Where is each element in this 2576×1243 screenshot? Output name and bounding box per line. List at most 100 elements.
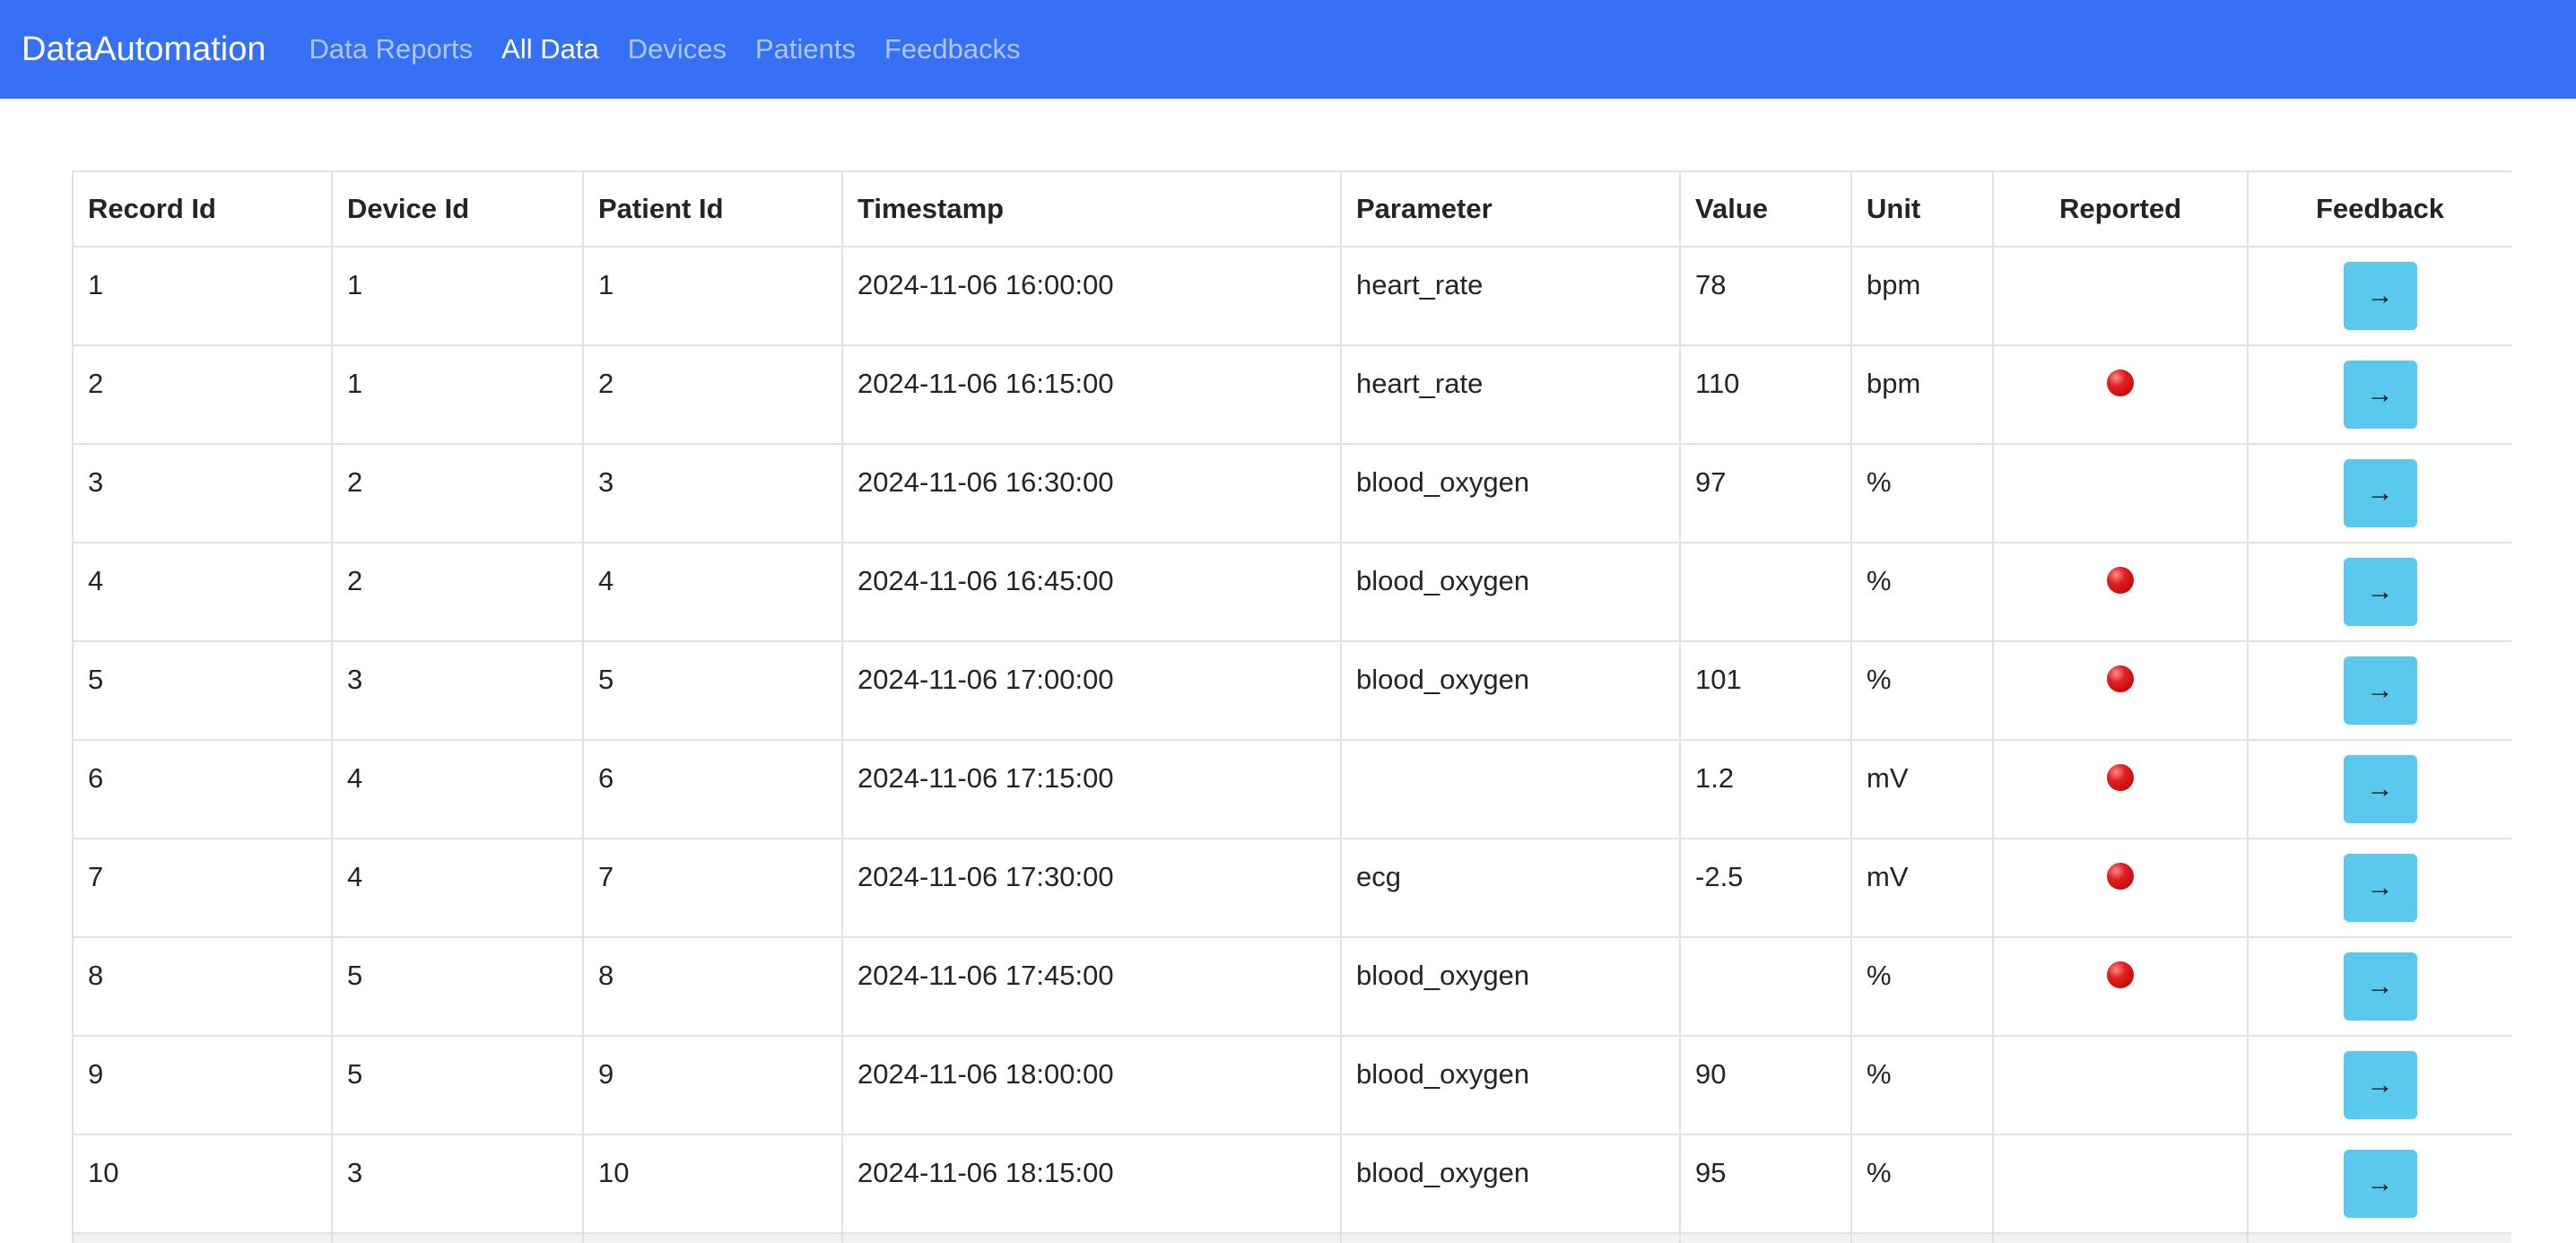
- cell-parameter: blood_oxygen: [1340, 936, 1681, 1037]
- cell-empty: [1340, 1232, 1681, 1243]
- cell-device-id: 2: [331, 542, 584, 642]
- column-header-record-id: Record Id: [72, 170, 333, 248]
- table-row: 6 4 6 2024-11-06 17:15:00 1.2 mV →: [72, 739, 2511, 839]
- table-row: 2 1 2 2024-11-06 16:15:00 heart_rate 110 bpm →: [72, 344, 2511, 445]
- nav-link-devices[interactable]: Devices: [628, 33, 727, 65]
- table-row: 4 2 4 2024-11-06 16:45:00 blood_oxygen% →: [72, 542, 2511, 642]
- cell-reported: [1992, 936, 2249, 1037]
- cell-feedback: →: [2247, 838, 2511, 938]
- cell-parameter: blood_oxygen: [1340, 542, 1681, 642]
- column-header-device-id: Device Id: [331, 170, 584, 248]
- cell-empty: [331, 1232, 584, 1243]
- feedback-button[interactable]: →: [2343, 854, 2417, 922]
- cell-device-id: 5: [331, 1035, 584, 1135]
- cell-reported: [1992, 1035, 2249, 1135]
- arrow-right-icon: →: [2366, 577, 2394, 606]
- cell-parameter: [1340, 739, 1681, 839]
- cell-feedback: →: [2247, 1035, 2511, 1135]
- cell-unit: %: [1850, 1134, 1994, 1234]
- cell-device-id: 3: [331, 1134, 584, 1234]
- feedback-button[interactable]: →: [2343, 558, 2417, 626]
- feedback-button[interactable]: →: [2343, 459, 2417, 527]
- table-row-partial: [72, 1232, 2511, 1243]
- arrow-right-icon: →: [2366, 1169, 2394, 1198]
- cell-device-id: 1: [331, 344, 584, 445]
- cell-timestamp: 2024-11-06 16:45:00: [841, 542, 1342, 642]
- cell-device-id: 1: [331, 246, 584, 346]
- table-row: 9 5 9 2024-11-06 18:00:00 blood_oxygen 90% →: [72, 1035, 2511, 1135]
- feedback-button[interactable]: →: [2343, 262, 2417, 330]
- cell-timestamp: 2024-11-06 18:00:00: [841, 1035, 1342, 1135]
- arrow-right-icon: →: [2366, 281, 2394, 310]
- cell-unit: %: [1850, 936, 1994, 1037]
- cell-empty: [2247, 1232, 2511, 1243]
- cell-unit: bpm: [1850, 246, 1994, 346]
- cell-record-id: 6: [72, 739, 333, 839]
- nav-link-all-data[interactable]: All Data: [501, 33, 599, 65]
- red-circle-icon: [2107, 665, 2134, 692]
- cell-value: 101: [1679, 640, 1852, 741]
- cell-empty: [1992, 1232, 2249, 1243]
- cell-record-id: 4: [72, 542, 333, 642]
- data-table: Record Id Device Id Patient Id Timestamp…: [72, 170, 2511, 1243]
- cell-timestamp: 2024-11-06 17:00:00: [841, 640, 1342, 741]
- feedback-button[interactable]: →: [2343, 361, 2417, 429]
- cell-reported: [1992, 1134, 2249, 1234]
- table-header-row: Record Id Device Id Patient Id Timestamp…: [72, 170, 2511, 248]
- feedback-button[interactable]: →: [2343, 1150, 2417, 1218]
- column-header-feedback: Feedback: [2247, 170, 2511, 248]
- column-header-reported: Reported: [1992, 170, 2249, 248]
- cell-value: 1.2: [1679, 739, 1852, 839]
- cell-value: 78: [1679, 246, 1852, 346]
- red-circle-icon: [2107, 961, 2134, 988]
- cell-patient-id: 8: [582, 936, 843, 1037]
- feedback-button[interactable]: →: [2343, 1051, 2417, 1119]
- cell-value: 97: [1679, 443, 1852, 543]
- table-row: 3 2 3 2024-11-06 16:30:00 blood_oxygen 97% →: [72, 443, 2511, 543]
- arrow-right-icon: →: [2366, 1070, 2394, 1100]
- arrow-right-icon: →: [2366, 379, 2394, 409]
- red-circle-icon: [2107, 764, 2134, 791]
- cell-timestamp: 2024-11-06 17:30:00: [841, 838, 1342, 938]
- arrow-right-icon: →: [2366, 675, 2394, 705]
- nav-link-patients[interactable]: Patients: [755, 33, 856, 65]
- cell-parameter: blood_oxygen: [1340, 443, 1681, 543]
- cell-timestamp: 2024-11-06 17:15:00: [841, 739, 1342, 839]
- cell-record-id: 8: [72, 936, 333, 1037]
- cell-value: 95: [1679, 1134, 1852, 1234]
- table-row: 7 4 7 2024-11-06 17:30:00 ecg -2.5 mV →: [72, 838, 2511, 938]
- feedback-button[interactable]: →: [2343, 656, 2417, 725]
- cell-unit: bpm: [1850, 344, 1994, 445]
- cell-device-id: 3: [331, 640, 584, 741]
- cell-patient-id: 4: [582, 542, 843, 642]
- column-header-patient-id: Patient Id: [582, 170, 843, 248]
- cell-value: [1679, 542, 1852, 642]
- cell-unit: %: [1850, 542, 1994, 642]
- cell-record-id: 1: [72, 246, 333, 346]
- cell-empty: [841, 1232, 1342, 1243]
- red-circle-icon: [2107, 369, 2134, 396]
- cell-parameter: blood_oxygen: [1340, 640, 1681, 741]
- top-navbar: DataAutomation Data Reports All Data Dev…: [0, 0, 2576, 99]
- cell-empty: [1850, 1232, 1994, 1243]
- cell-patient-id: 5: [582, 640, 843, 741]
- red-circle-icon: [2107, 567, 2134, 594]
- cell-patient-id: 2: [582, 344, 843, 445]
- nav-link-data-reports[interactable]: Data Reports: [309, 33, 474, 65]
- table-row: 1 1 1 2024-11-06 16:00:00 heart_rate 78 bpm →: [72, 246, 2511, 346]
- cell-record-id: 9: [72, 1035, 333, 1135]
- cell-timestamp: 2024-11-06 16:00:00: [841, 246, 1342, 346]
- cell-reported: [1992, 838, 2249, 938]
- nav-link-feedbacks[interactable]: Feedbacks: [884, 33, 1021, 65]
- brand-logo-text[interactable]: DataAutomation: [22, 30, 266, 69]
- cell-device-id: 4: [331, 739, 584, 839]
- feedback-button[interactable]: →: [2343, 952, 2417, 1021]
- cell-patient-id: 3: [582, 443, 843, 543]
- feedback-button[interactable]: →: [2343, 755, 2417, 823]
- cell-device-id: 2: [331, 443, 584, 543]
- red-circle-icon: [2107, 863, 2134, 890]
- cell-reported: [1992, 443, 2249, 543]
- cell-patient-id: 1: [582, 246, 843, 346]
- cell-feedback: →: [2247, 739, 2511, 839]
- cell-reported: [1992, 640, 2249, 741]
